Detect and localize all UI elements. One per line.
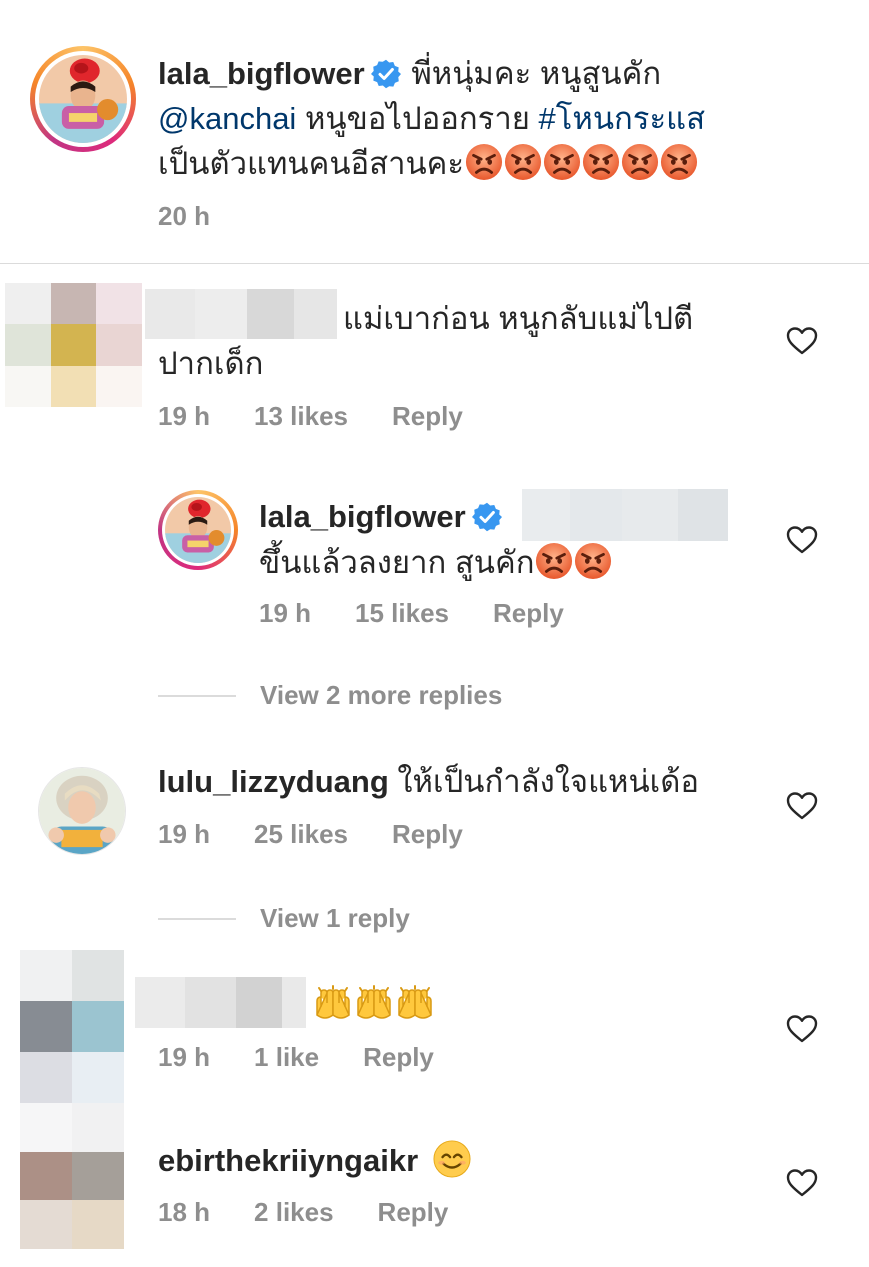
caption-text: lala_bigflower พี่หนุ่มคะ หนูสูนคัก @kan… — [158, 51, 858, 186]
redacted-username — [145, 289, 337, 339]
comment-likes[interactable]: 2 likes — [254, 1197, 334, 1227]
angry-face-emoji-icon — [660, 143, 698, 181]
like-heart-icon[interactable] — [786, 525, 818, 555]
reply-button[interactable]: Reply — [378, 1197, 449, 1227]
comment-avatar-pixelated[interactable] — [20, 1103, 124, 1249]
comment-text: ให้เป็นกำลังใจแหน่เด้อ — [397, 764, 700, 799]
verified-badge-icon — [371, 59, 401, 89]
angry-face-emoji-icon — [535, 542, 573, 580]
angry-face-emoji-icon — [543, 143, 581, 181]
replies-divider-line — [158, 917, 236, 920]
reply-button[interactable]: Reply — [363, 1042, 434, 1072]
like-heart-icon[interactable] — [786, 1168, 818, 1198]
angry-face-emoji-icon — [574, 542, 612, 580]
caption-hashtag[interactable]: #โหนกระแส — [539, 101, 706, 136]
like-heart-icon[interactable] — [786, 326, 818, 356]
raising-hands-emoji-icon — [395, 985, 435, 1025]
replies-divider-line — [158, 694, 236, 697]
comment-username[interactable]: ebirthekriiyngaikr — [158, 1143, 418, 1178]
comment-time: 18 h — [158, 1197, 211, 1227]
reply-emoji-row — [534, 545, 612, 580]
view-more-replies-label[interactable]: View 2 more replies — [260, 680, 502, 711]
redacted-username — [135, 977, 306, 1028]
like-heart-icon[interactable] — [786, 791, 818, 821]
raising-hands-emoji-icon — [313, 985, 353, 1025]
raising-hands-emoji-icon — [354, 985, 394, 1025]
comment-time: 19 h — [158, 1042, 211, 1072]
caption-time: 20 h — [158, 201, 211, 231]
reply-button[interactable]: Reply — [392, 819, 463, 849]
comment-body: lulu_lizzyduang ให้เป็นกำลังใจแหน่เด้อ — [158, 759, 778, 804]
caption-mention[interactable]: @kanchai — [158, 101, 296, 136]
redacted-mention — [522, 489, 728, 541]
comment-avatar-pixelated[interactable] — [5, 283, 142, 407]
comment-meta: 19 h 25 likes Reply — [158, 819, 507, 850]
comment-body: ebirthekriiyngaikr — [158, 1138, 758, 1183]
angry-face-emoji-icon — [504, 143, 542, 181]
reply-meta: 19 h 15 likes Reply — [259, 598, 608, 629]
reply-button[interactable]: Reply — [493, 598, 564, 628]
comment-avatar[interactable] — [38, 767, 126, 855]
profile-photo — [39, 768, 125, 854]
comment-avatar-pixelated[interactable] — [20, 950, 124, 1103]
reply-username-row: lala_bigflower — [259, 494, 519, 539]
reply-time: 19 h — [259, 598, 312, 628]
reply-button[interactable]: Reply — [392, 401, 463, 431]
reply-likes[interactable]: 15 likes — [355, 598, 449, 628]
view-more-replies-button[interactable]: View 2 more replies — [158, 680, 502, 711]
comment-time: 19 h — [158, 819, 211, 849]
reply-username[interactable]: lala_bigflower — [259, 499, 466, 534]
comment-meta: 19 h 1 like Reply — [158, 1042, 478, 1073]
comment-meta: 19 h 13 likes Reply — [158, 401, 507, 432]
comment-likes[interactable]: 1 like — [254, 1042, 319, 1072]
reply-text: ขึ้นแล้วลงยาก สูนคัก — [259, 545, 535, 580]
comment-emoji-row — [312, 985, 435, 1030]
caption-text-line1: พี่หนุ่มคะ หนูสูนคัก — [411, 56, 662, 91]
profile-photo — [165, 497, 231, 563]
angry-face-emoji-icon — [465, 143, 503, 181]
caption-meta: 20 h — [158, 201, 254, 232]
like-heart-icon[interactable] — [786, 1014, 818, 1044]
caption-emoji-row — [464, 146, 698, 181]
view-replies-label[interactable]: View 1 reply — [260, 903, 410, 934]
caption-text-line2: หนูขอไปออกราย — [304, 101, 530, 136]
caption-divider — [0, 263, 869, 264]
comment-likes[interactable]: 25 likes — [254, 819, 348, 849]
profile-photo — [39, 55, 127, 143]
angry-face-emoji-icon — [621, 143, 659, 181]
comment-username[interactable]: lulu_lizzyduang — [158, 764, 389, 799]
comment-meta: 18 h 2 likes Reply — [158, 1197, 492, 1228]
verified-badge-icon — [472, 502, 502, 532]
caption-username[interactable]: lala_bigflower — [158, 56, 365, 91]
angry-face-emoji-icon — [582, 143, 620, 181]
caption-avatar[interactable] — [30, 46, 136, 152]
reply-avatar[interactable] — [158, 490, 238, 570]
comment-likes[interactable]: 13 likes — [254, 401, 348, 431]
view-replies-button[interactable]: View 1 reply — [158, 903, 410, 934]
comment-text-line2: ปากเด็ก — [158, 346, 264, 381]
comment-time: 19 h — [158, 401, 211, 431]
reply-text-row: ขึ้นแล้วลงยาก สูนคัก — [259, 540, 759, 585]
comment-text-line1: แม่เบาก่อน หนูกลับแม่ไปตี — [343, 301, 694, 336]
smiling-face-emoji-icon — [433, 1140, 471, 1178]
caption-text-line3: เป็นตัวแทนคนอีสานคะ — [158, 146, 465, 181]
